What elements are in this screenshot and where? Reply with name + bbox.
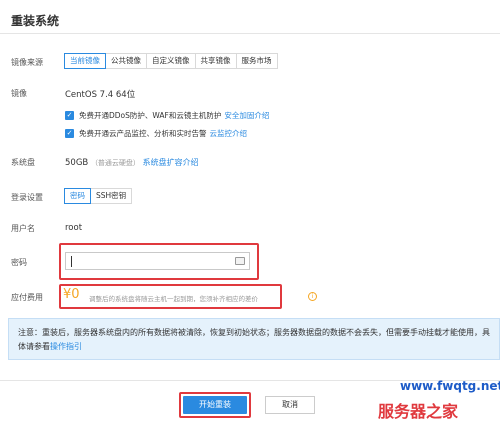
checkbox-checked-icon[interactable]: ✓ (65, 111, 74, 120)
disk-size: 50GB (65, 158, 89, 168)
checkbox-checked-icon[interactable]: ✓ (65, 129, 74, 138)
username-value: root (65, 223, 83, 233)
image-label: 镜像 (11, 89, 27, 98)
tab-public-image[interactable]: 公共镜像 (105, 53, 147, 69)
tab-custom-image[interactable]: 自定义镜像 (146, 53, 196, 69)
image-source-label: 镜像来源 (11, 58, 43, 67)
login-settings-label: 登录设置 (11, 193, 43, 202)
operation-guide-link[interactable]: 操作指引 (50, 342, 82, 351)
tab-marketplace[interactable]: 服务市场 (235, 53, 278, 69)
reinstall-system-dialog: 重装系统 镜像来源 当前镜像 公共镜像 自定义镜像 共享镜像 服务市场 镜像 C… (0, 0, 500, 424)
tab-current-image[interactable]: 当前镜像 (64, 53, 106, 69)
info-icon[interactable]: i (308, 292, 317, 301)
system-disk-label: 系统盘 (11, 158, 35, 167)
watermark: www.fwqtg.net 服务器之家 (352, 370, 500, 424)
monitor-intro-link[interactable]: 云监控介绍 (210, 128, 248, 139)
cancel-button[interactable]: 取消 (265, 396, 315, 414)
title-divider (0, 33, 500, 34)
fee-label: 应付费用 (11, 293, 43, 302)
monitor-option[interactable]: ✓ 免费开通云产品监控、分析和实时告警 云监控介绍 (65, 128, 247, 139)
security-option-text: 免费开通DDoS防护、WAF和云镜主机防护 (79, 111, 222, 120)
password-label: 密码 (11, 258, 27, 267)
security-option[interactable]: ✓ 免费开通DDoS防护、WAF和云镜主机防护 安全加固介绍 (65, 110, 269, 121)
fee-amount: ¥0 (63, 287, 80, 302)
text-caret (71, 256, 72, 267)
login-tabs: 密码 SSH密钥 (64, 188, 133, 204)
image-value: CentOS 7.4 64位 (65, 90, 136, 100)
keyboard-icon[interactable] (235, 257, 245, 265)
username-label: 用户名 (11, 224, 35, 233)
start-reinstall-button[interactable]: 开始重装 (183, 396, 247, 414)
tab-ssh-key[interactable]: SSH密钥 (90, 188, 133, 204)
tab-password[interactable]: 密码 (64, 188, 91, 204)
watermark-url: www.fwqtg.net (400, 379, 500, 393)
notice-text: 注意：重装后，服务器系统盘内的所有数据将被清除，恢复到初始状态；服务器数据盘的数… (18, 328, 490, 351)
watermark-text: 服务器之家 (378, 402, 459, 421)
security-intro-link[interactable]: 安全加固介绍 (224, 110, 269, 121)
monitor-option-text: 免费开通云产品监控、分析和实时告警 (79, 129, 207, 138)
password-input[interactable] (65, 252, 250, 270)
notice-box: 注意：重装后，服务器系统盘内的所有数据将被清除，恢复到初始状态；服务器数据盘的数… (8, 318, 500, 360)
fee-note: 调整后的系统盘将随云主机一起到期，您须补齐相应的差价 (89, 295, 258, 303)
tab-shared-image[interactable]: 共享镜像 (194, 53, 237, 69)
disk-type: （普通云硬盘） (90, 159, 140, 167)
disk-expand-link[interactable]: 系统盘扩容介绍 (143, 158, 199, 167)
image-source-tabs: 当前镜像 公共镜像 自定义镜像 共享镜像 服务市场 (64, 53, 278, 69)
dialog-title: 重装系统 (11, 14, 60, 28)
system-disk-value: 50GB （普通云硬盘） 系统盘扩容介绍 (65, 157, 199, 168)
